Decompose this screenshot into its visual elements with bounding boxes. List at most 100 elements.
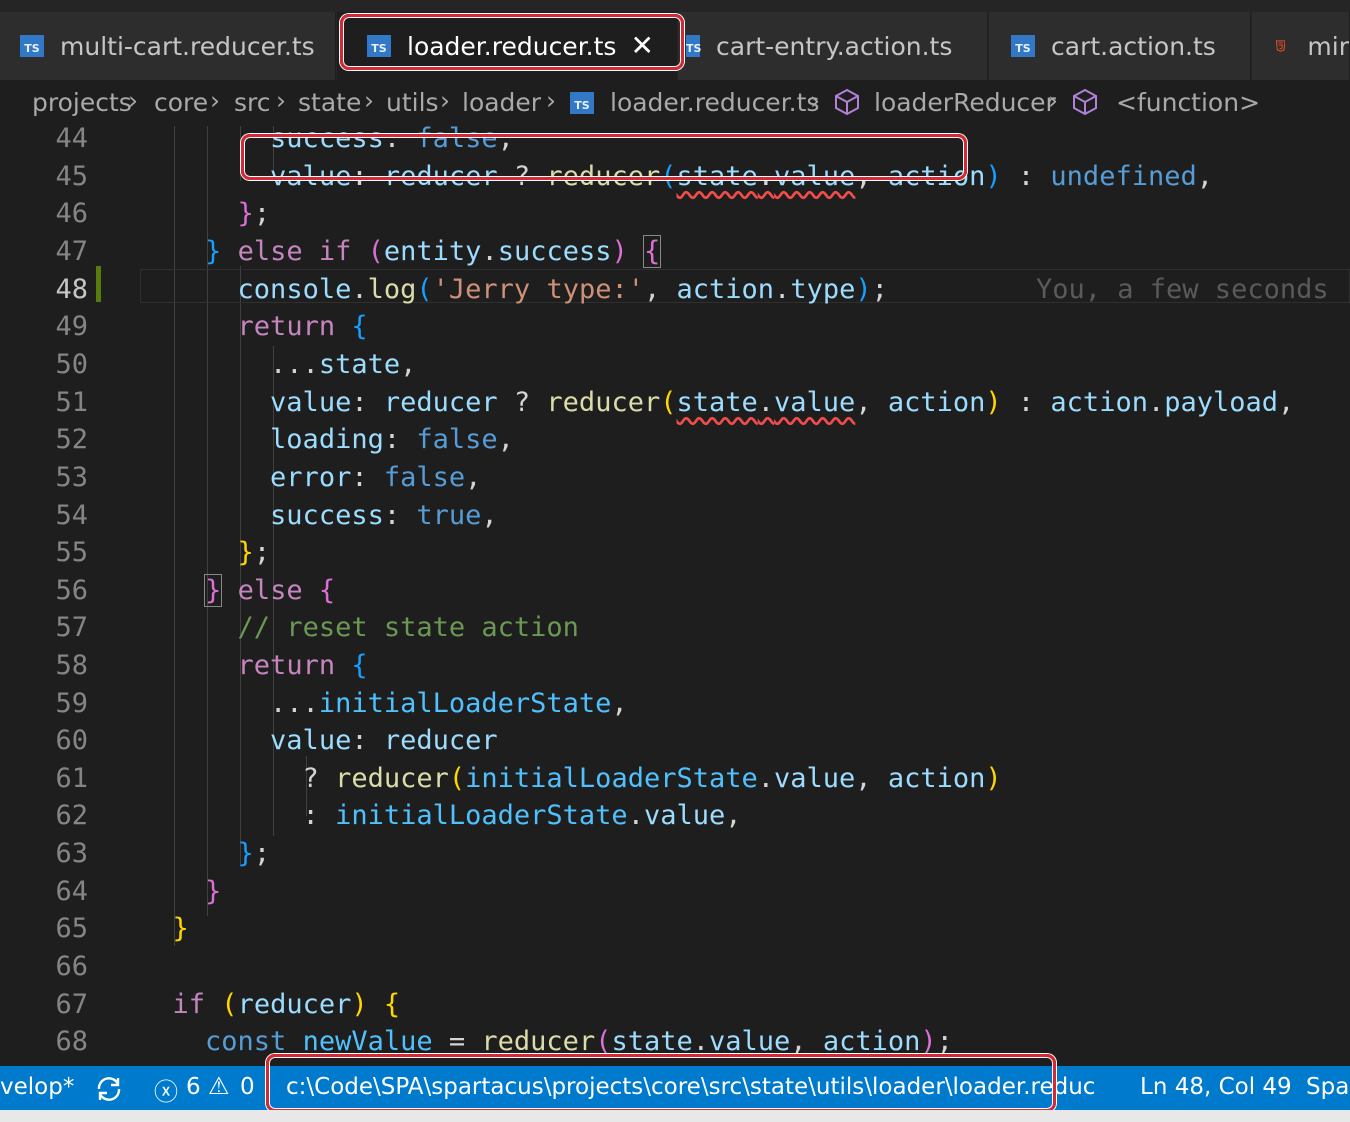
line-number: 50 [55, 349, 88, 380]
code-line: 68 const newValue = reducer(state.value,… [0, 1026, 1350, 1066]
tab-label: mir [1307, 31, 1349, 61]
tab-label: loader.reducer.ts [407, 31, 617, 61]
line-number: 63 [55, 838, 88, 869]
line-number: 57 [55, 612, 88, 643]
chevron-right-icon: › [810, 86, 820, 115]
line-number: 49 [55, 311, 88, 342]
chevron-right-icon: › [210, 86, 220, 115]
line-number: 48 [55, 274, 88, 305]
typescript-file-icon: TS [686, 35, 701, 57]
cursor-position[interactable]: Ln 48, Col 49 [1140, 1074, 1292, 1100]
code-text: if (reducer) { [172, 989, 401, 1020]
breadcrumb-item-projects[interactable]: projects [32, 88, 132, 117]
breadcrumb-item-utils[interactable]: utils [386, 88, 439, 117]
warning-icon: ⚠ [208, 1072, 230, 1100]
code-text: // reset state action [237, 612, 579, 643]
line-number: 55 [55, 537, 88, 568]
warning-count[interactable]: 0 [240, 1074, 255, 1100]
status-bar: velop* ⓧ 6 ⚠ 0 c:\Code\SPA\spartacus\pro… [0, 1066, 1350, 1110]
code-text: ...initialLoaderState, [140, 688, 628, 719]
code-text: } else { [204, 574, 336, 607]
breadcrumb-item-loaderReducer[interactable]: loaderReducer [874, 88, 1056, 117]
sync-icon[interactable] [94, 1076, 124, 1102]
git-branch[interactable]: velop* [0, 1074, 74, 1100]
error-icon: ⓧ [154, 1078, 178, 1106]
error-count[interactable]: 6 [186, 1074, 201, 1100]
code-text: console.log('Jerry type:', action.type); [237, 274, 888, 305]
code-text: value: reducer ? reducer(state.value, ac… [270, 387, 1295, 418]
line-number: 58 [55, 650, 88, 681]
typescript-file-icon: TS [570, 92, 594, 114]
tab-bar: TS multi-cart.reducer.ts TS loader.reduc… [0, 0, 1350, 80]
line-number: 46 [55, 198, 88, 229]
code-line: 64 } [0, 876, 1350, 922]
code-text: success: true, [270, 500, 498, 531]
code-text: error: false, [270, 462, 482, 493]
code-text: return { [237, 650, 368, 681]
line-number: 64 [55, 876, 88, 907]
tab-label: cart.action.ts [1051, 31, 1216, 61]
code-text: loading: false, [270, 424, 514, 455]
line-number: 62 [55, 800, 88, 831]
code-editor[interactable]: 44 success: false, 45 value: reducer ? r… [0, 126, 1350, 1066]
tab-loader-reducer[interactable]: TS loader.reducer.ts ✕ [337, 12, 677, 80]
cube-symbol-icon [835, 88, 859, 116]
code-text: ? reducer(initialLoaderState.value, acti… [140, 763, 1002, 794]
line-number: 60 [55, 725, 88, 756]
code-line: 65 } [0, 913, 1350, 959]
line-number: 47 [55, 236, 88, 267]
line-number: 66 [55, 951, 88, 982]
code-text: }; [237, 198, 271, 229]
code-text: value: reducer ? reducer(state.value, ac… [270, 161, 1213, 192]
code-text: ...state, [140, 349, 417, 380]
taskbar-strip [0, 1110, 1350, 1122]
chevron-right-icon: › [128, 86, 138, 115]
code-text: } else if (entity.success) { [205, 235, 662, 268]
chevron-right-icon: › [1048, 86, 1058, 115]
line-number: 56 [55, 575, 88, 606]
line-number: 44 [55, 126, 88, 154]
code-text: return { [237, 311, 368, 342]
line-number: 51 [55, 387, 88, 418]
tab-label: multi-cart.reducer.ts [60, 31, 315, 61]
chevron-right-icon: › [546, 86, 556, 115]
line-number: 45 [55, 161, 88, 192]
code-text: } [205, 876, 222, 907]
chevron-right-icon: › [364, 86, 374, 115]
close-icon[interactable]: ✕ [630, 32, 653, 60]
code-text: } [172, 913, 189, 944]
chevron-right-icon: › [276, 86, 286, 115]
breadcrumb-item-core[interactable]: core [154, 88, 208, 117]
html5-icon [1276, 40, 1286, 52]
chevron-right-icon: › [440, 86, 450, 115]
line-number: 67 [55, 989, 88, 1020]
line-number: 52 [55, 424, 88, 455]
typescript-file-icon: TS [20, 35, 44, 57]
git-blame-annotation: You, a few seconds [1036, 274, 1329, 305]
breadcrumb-item-function[interactable]: <function> [1116, 88, 1260, 117]
line-number: 53 [55, 462, 88, 493]
code-text: value: reducer [270, 725, 498, 756]
code-text: }; [237, 537, 271, 568]
line-number: 68 [55, 1026, 88, 1057]
line-number: 54 [55, 500, 88, 531]
code-text: }; [237, 838, 271, 869]
cube-symbol-icon [1073, 88, 1097, 116]
breadcrumb-item-loader[interactable]: loader [462, 88, 541, 117]
tab-html-file[interactable]: mir [1252, 12, 1350, 80]
code-text: const newValue = reducer(state.value, ac… [205, 1026, 953, 1057]
file-path[interactable]: c:\Code\SPA\spartacus\projects\core\src\… [286, 1074, 1095, 1100]
indentation-setting[interactable]: Spac [1306, 1074, 1350, 1100]
line-number: 59 [55, 688, 88, 719]
tab-multi-cart-reducer[interactable]: TS multi-cart.reducer.ts [0, 12, 336, 80]
breadcrumb-item-state[interactable]: state [298, 88, 361, 117]
breadcrumb-item-file[interactable]: loader.reducer.ts [610, 88, 819, 117]
line-number: 61 [55, 763, 88, 794]
breadcrumb: projects › core › src › state › utils › … [0, 80, 1350, 126]
typescript-file-icon: TS [1011, 35, 1035, 57]
typescript-file-icon: TS [367, 35, 391, 57]
tab-cart-action[interactable]: TS cart.action.ts [989, 12, 1251, 80]
tab-cart-entry-action[interactable]: TS cart-entry.action.ts [678, 12, 988, 80]
breadcrumb-item-src[interactable]: src [234, 88, 271, 117]
line-number: 65 [55, 913, 88, 944]
